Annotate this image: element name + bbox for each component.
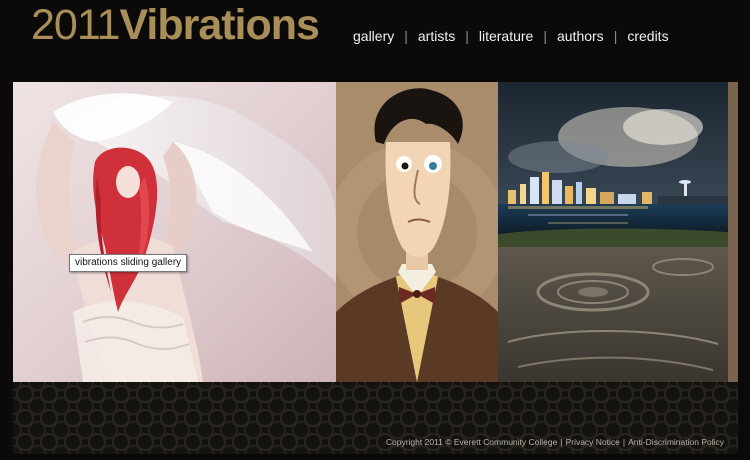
logo-year: 2011: [31, 1, 120, 49]
copyright-text: Copyright 2011 © Everett Community Colle…: [385, 437, 558, 447]
privacy-notice-link[interactable]: Privacy Notice: [566, 437, 620, 447]
nav-literature[interactable]: literature: [479, 28, 533, 44]
anti-discrimination-policy-link[interactable]: Anti-Discrimination Policy: [628, 437, 724, 447]
gallery-image-portrait[interactable]: [336, 82, 498, 382]
nav-separator: |: [404, 28, 408, 44]
sliding-gallery[interactable]: vibrations sliding gallery: [13, 82, 738, 382]
nav-credits[interactable]: credits: [627, 28, 668, 44]
nav-separator: |: [465, 28, 469, 44]
portrait-artwork: [336, 82, 498, 382]
copyright-bar: Copyright 2011 © Everett Community Colle…: [386, 437, 724, 447]
nav-separator: |: [543, 28, 547, 44]
nav-authors[interactable]: authors: [557, 28, 604, 44]
gallery-tooltip: vibrations sliding gallery: [69, 254, 188, 272]
logo-name: Vibrations: [119, 1, 319, 49]
nav-separator: |: [613, 28, 618, 44]
nav-gallery[interactable]: gallery: [353, 28, 394, 44]
woman-artwork: [13, 82, 336, 382]
gallery-image-woman[interactable]: [13, 82, 336, 382]
site-logo[interactable]: 2011Vibrations: [31, 0, 320, 50]
gallery-image-next[interactable]: [728, 82, 738, 382]
footer-pattern: Copyright 2011 © Everett Community Colle…: [13, 382, 738, 454]
footer-separator: |: [560, 437, 563, 447]
gallery-image-cityscape[interactable]: [498, 82, 728, 382]
main-nav: gallery | artists | literature | authors…: [353, 26, 669, 46]
cityscape-artwork: [498, 82, 728, 382]
footer-separator: |: [622, 437, 626, 447]
nav-artists[interactable]: artists: [418, 28, 455, 44]
